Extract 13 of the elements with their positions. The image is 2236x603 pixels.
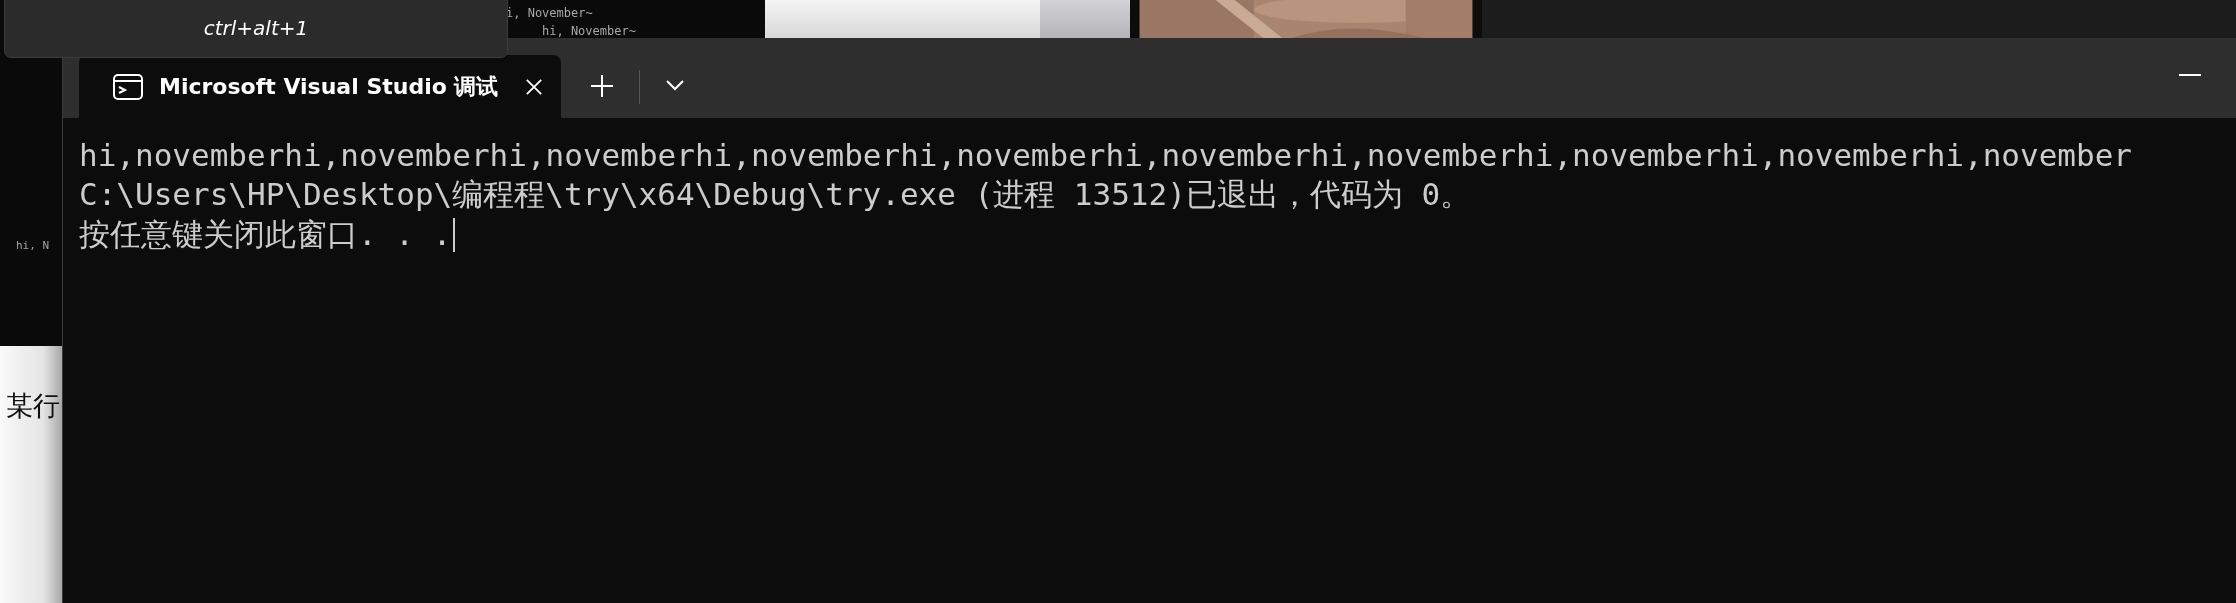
code-line: hi, N: [16, 239, 50, 252]
dropdown-icon[interactable]: [666, 80, 684, 91]
close-icon[interactable]: [525, 77, 543, 96]
shortcut-text: ctrl+alt+1: [203, 16, 309, 40]
console-line: 按任意键关闭此窗口. . .: [79, 215, 452, 254]
document-text: 某行: [6, 389, 60, 423]
terminal-icon: [113, 73, 143, 100]
console-line: C:\Users\HP\Desktop\编程程\try\x64\Debug\try.exe (进程 13512)已退出，代码为 0。: [79, 175, 1472, 214]
console-line: hi,novemberhi,novemberhi,novemberhi,novemberhi,novemberhi,novemberhi,novemberhi,novemberhi,novemberhi,november: [79, 137, 2132, 173]
tab-title: Microsoft Visual Studio 调试: [159, 72, 500, 101]
code-line: hi, November~: [542, 24, 636, 38]
terminal-tab[interactable]: Microsoft Visual Studio 调试: [79, 55, 561, 118]
new-tab-icon[interactable]: [591, 75, 613, 97]
